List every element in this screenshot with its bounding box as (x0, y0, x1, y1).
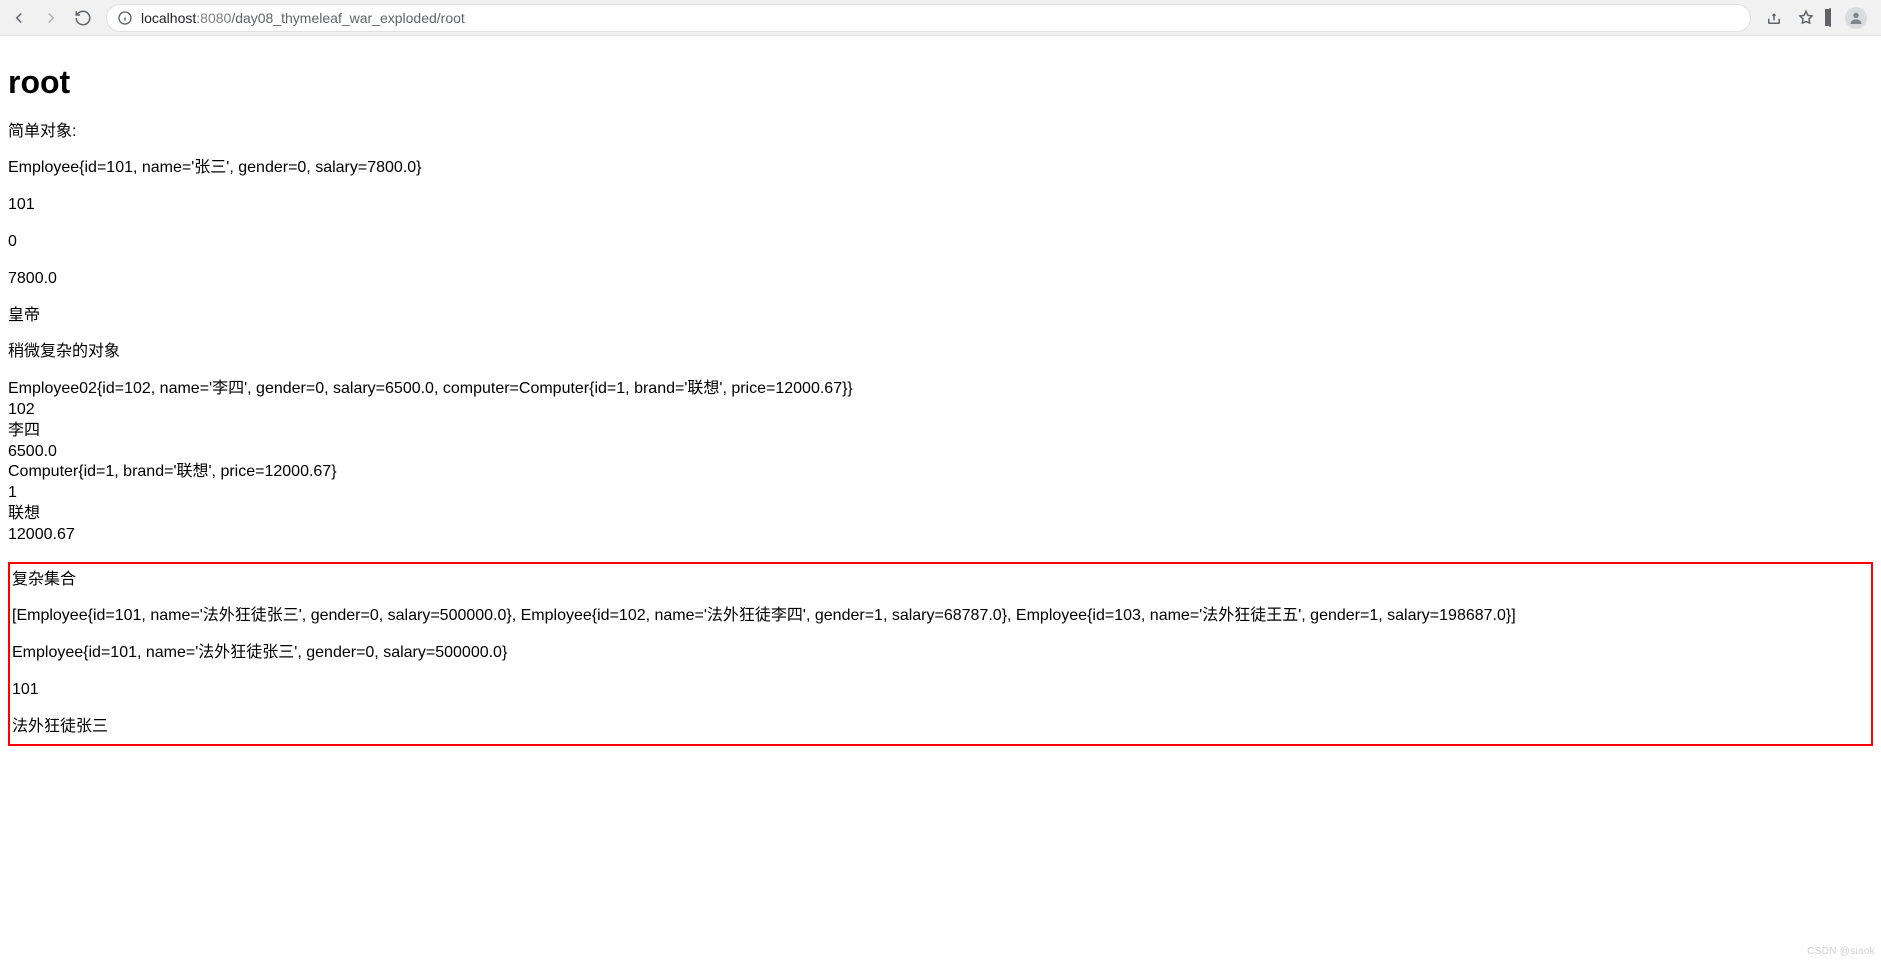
emperor-text: 皇帝 (8, 306, 1873, 327)
employee2-salary: 6500.0 (8, 442, 1873, 463)
address-bar[interactable]: localhost:8080/day08_thymeleaf_war_explo… (106, 4, 1751, 32)
page-title: root (8, 62, 1873, 104)
list-item0-id: 101 (12, 680, 1869, 701)
page-body: root 简单对象: Employee{id=101, name='张三', g… (0, 36, 1881, 960)
url-port: :8080 (196, 10, 231, 26)
profile-avatar-icon[interactable] (1845, 7, 1867, 29)
url-path: /day08_thymeleaf_war_exploded/root (231, 10, 465, 26)
url-host: localhost (141, 10, 196, 26)
share-icon[interactable] (1765, 9, 1783, 27)
employee1-gender: 0 (8, 232, 1873, 253)
computer-tostring: Computer{id=1, brand='联想', price=12000.6… (8, 462, 1873, 483)
employee2-tostring: Employee02{id=102, name='李四', gender=0, … (8, 379, 1873, 400)
computer-price: 12000.67 (8, 525, 1873, 546)
computer-brand: 联想 (8, 504, 1873, 525)
url-text: localhost:8080/day08_thymeleaf_war_explo… (141, 10, 465, 26)
employee1-salary: 7800.0 (8, 269, 1873, 290)
highlight-box: 复杂集合 [Employee{id=101, name='法外狂徒张三', ge… (8, 562, 1873, 746)
back-icon[interactable] (10, 9, 28, 27)
watermark-text: CSDN @siaok (1807, 945, 1875, 958)
employee1-id: 101 (8, 195, 1873, 216)
label-complex-object: 稍微复杂的对象 (8, 342, 1873, 363)
forward-icon[interactable] (42, 9, 60, 27)
site-info-icon[interactable] (117, 10, 133, 26)
employee-list-tostring: [Employee{id=101, name='法外狂徒张三', gender=… (12, 606, 1869, 627)
list-item0-name: 法外狂徒张三 (12, 717, 1869, 738)
toolbar-right (1765, 7, 1871, 29)
bookmark-star-icon[interactable] (1797, 9, 1815, 27)
reload-icon[interactable] (74, 9, 92, 27)
list-item0-tostring: Employee{id=101, name='法外狂徒张三', gender=0… (12, 643, 1869, 664)
browser-toolbar: localhost:8080/day08_thymeleaf_war_explo… (0, 0, 1881, 36)
employee2-id: 102 (8, 400, 1873, 421)
computer-id: 1 (8, 483, 1873, 504)
label-complex-collection: 复杂集合 (12, 570, 1869, 591)
label-simple-object: 简单对象: (8, 122, 1873, 143)
employee1-tostring: Employee{id=101, name='张三', gender=0, sa… (8, 158, 1873, 179)
employee2-name: 李四 (8, 421, 1873, 442)
side-panel-icon[interactable] (1829, 9, 1831, 27)
